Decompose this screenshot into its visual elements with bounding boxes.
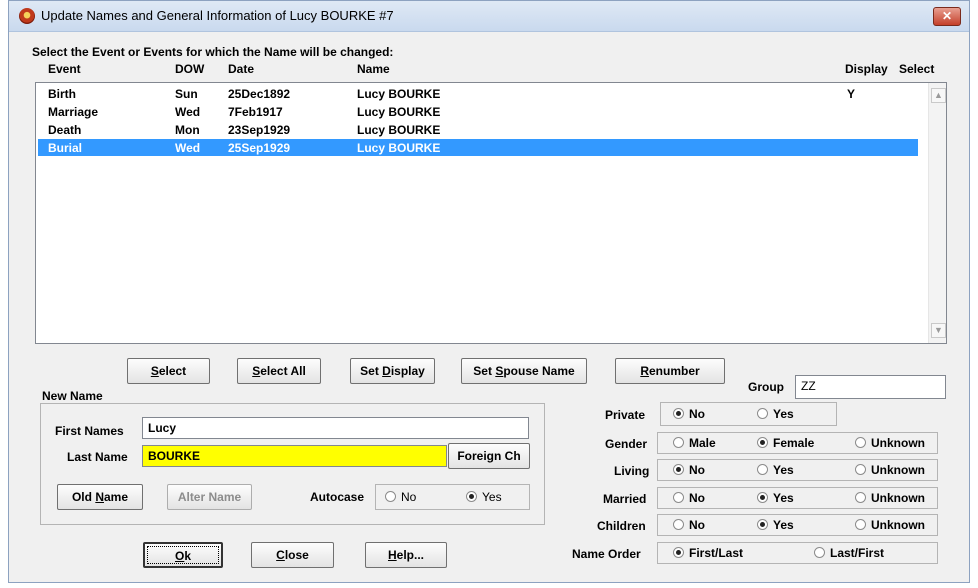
row-dow: Sun <box>175 87 198 101</box>
close-window-button[interactable]: ✕ <box>933 7 961 26</box>
private-yes-radio[interactable]: Yes <box>757 407 794 421</box>
old-name-button[interactable]: Old Name <box>57 484 143 510</box>
married-unknown-radio[interactable]: Unknown <box>855 491 925 505</box>
radio-off-icon <box>385 491 396 502</box>
radio-on-icon <box>673 408 684 419</box>
row-event: Marriage <box>48 105 99 119</box>
set-spouse-name-button[interactable]: Set Spouse Name <box>461 358 587 384</box>
married-label: Married <box>603 492 647 506</box>
living-no-radio[interactable]: No <box>673 463 705 477</box>
radio-on-icon <box>757 519 768 530</box>
select-all-button[interactable]: Select All <box>237 358 321 384</box>
radio-off-icon <box>855 492 866 503</box>
row-name: Lucy BOURKE <box>357 141 441 155</box>
children-unknown-radio[interactable]: Unknown <box>855 518 925 532</box>
row-dow: Wed <box>175 141 201 155</box>
radio-on-icon <box>757 437 768 448</box>
group-label: Group <box>748 380 784 394</box>
row-name: Lucy BOURKE <box>357 123 441 137</box>
row-name: Lucy BOURKE <box>357 105 441 119</box>
event-list[interactable]: Birth Sun 25Dec1892 Lucy BOURKE Y Marria… <box>35 82 947 344</box>
radio-off-icon <box>673 492 684 503</box>
radio-on-icon <box>673 547 684 558</box>
living-yes-radio[interactable]: Yes <box>757 463 794 477</box>
row-event: Death <box>48 123 82 137</box>
list-item[interactable]: Birth Sun 25Dec1892 Lucy BOURKE Y <box>38 85 918 102</box>
children-yes-radio[interactable]: Yes <box>757 518 794 532</box>
autocase-yes-radio[interactable]: Yes <box>466 490 502 504</box>
scroll-up-icon[interactable]: ▲ <box>931 88 946 103</box>
children-no-radio[interactable]: No <box>673 518 705 532</box>
last-name-input[interactable]: BOURKE <box>142 445 447 467</box>
radio-on-icon <box>673 464 684 475</box>
title-bar: Update Names and General Information of … <box>9 1 969 32</box>
col-header-event: Event <box>48 62 81 76</box>
row-dow: Mon <box>175 123 200 137</box>
radio-off-icon <box>855 464 866 475</box>
name-order-label: Name Order <box>572 547 641 561</box>
radio-on-icon <box>757 492 768 503</box>
gender-unknown-radio[interactable]: Unknown <box>855 436 925 450</box>
app-logo-icon <box>19 8 35 24</box>
first-names-label: First Names <box>55 424 124 438</box>
window-title: Update Names and General Information of … <box>41 8 394 23</box>
help-button[interactable]: Help... <box>365 542 447 568</box>
radio-off-icon <box>673 519 684 530</box>
renumber-button[interactable]: Renumber <box>615 358 725 384</box>
row-date: 7Feb1917 <box>228 105 283 119</box>
radio-off-icon <box>855 437 866 448</box>
ok-button[interactable]: Ok <box>143 542 223 568</box>
last-name-label: Last Name <box>67 450 128 464</box>
radio-off-icon <box>757 408 768 419</box>
col-header-name: Name <box>357 62 390 76</box>
gender-male-radio[interactable]: Male <box>673 436 716 450</box>
autocase-no-radio[interactable]: No <box>385 490 416 504</box>
radio-off-icon <box>814 547 825 558</box>
alter-name-button: Alter Name <box>167 484 252 510</box>
close-button[interactable]: Close <box>251 542 334 568</box>
select-button[interactable]: Select <box>127 358 210 384</box>
list-item-selected[interactable]: Burial Wed 25Sep1929 Lucy BOURKE <box>38 139 918 156</box>
instructions-text: Select the Event or Events for which the… <box>32 45 394 59</box>
radio-off-icon <box>855 519 866 530</box>
row-display: Y <box>847 87 856 101</box>
list-item[interactable]: Marriage Wed 7Feb1917 Lucy BOURKE <box>38 103 918 120</box>
row-date: 23Sep1929 <box>228 123 291 137</box>
list-item[interactable]: Death Mon 23Sep1929 Lucy BOURKE <box>38 121 918 138</box>
col-header-dow: DOW <box>175 62 205 76</box>
row-name: Lucy BOURKE <box>357 87 441 101</box>
living-label: Living <box>614 464 650 478</box>
first-names-input[interactable]: Lucy <box>142 417 529 439</box>
radio-on-icon <box>466 491 477 502</box>
gender-female-radio[interactable]: Female <box>757 436 814 450</box>
group-input[interactable]: ZZ <box>795 375 946 399</box>
col-header-date: Date <box>228 62 255 76</box>
set-display-button[interactable]: Set Display <box>350 358 435 384</box>
living-unknown-radio[interactable]: Unknown <box>855 463 925 477</box>
scroll-down-icon[interactable]: ▼ <box>931 323 946 338</box>
list-scrollbar[interactable]: ▲ ▼ <box>928 83 946 343</box>
married-yes-radio[interactable]: Yes <box>757 491 794 505</box>
row-date: 25Sep1929 <box>228 141 291 155</box>
col-header-select: Select <box>899 62 935 76</box>
row-event: Burial <box>48 141 83 155</box>
foreign-characters-button[interactable]: Foreign Ch <box>448 443 530 469</box>
name-order-first-last-radio[interactable]: First/Last <box>673 546 743 560</box>
col-header-display: Display <box>845 62 888 76</box>
gender-label: Gender <box>605 437 648 451</box>
autocase-label: Autocase <box>310 490 365 504</box>
name-order-last-first-radio[interactable]: Last/First <box>814 546 884 560</box>
married-no-radio[interactable]: No <box>673 491 705 505</box>
radio-off-icon <box>673 437 684 448</box>
children-label: Children <box>597 519 646 533</box>
row-dow: Wed <box>175 105 201 119</box>
new-name-legend: New Name <box>42 389 103 403</box>
radio-off-icon <box>757 464 768 475</box>
private-no-radio[interactable]: No <box>673 407 705 421</box>
row-event: Birth <box>48 87 76 101</box>
private-label: Private <box>605 408 646 422</box>
row-date: 25Dec1892 <box>228 87 291 101</box>
